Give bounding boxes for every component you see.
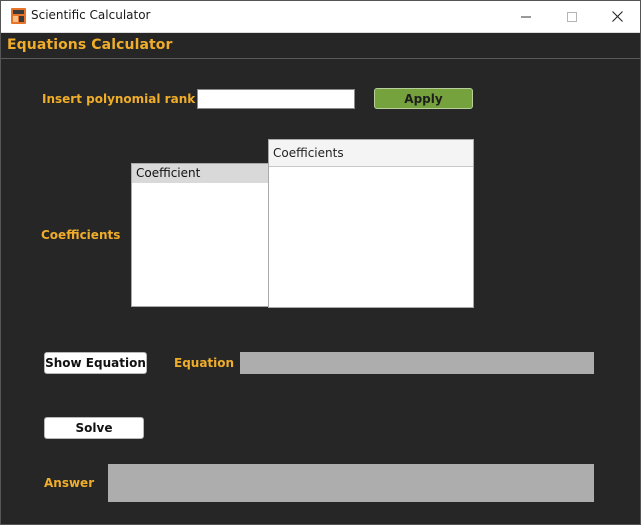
coefficients-table-header[interactable]: Coefficients <box>269 140 473 167</box>
app-window: Scientific Calculator Equations Calculat… <box>0 0 641 525</box>
equation-label: Equation <box>174 356 235 370</box>
coefficient-list[interactable]: Coefficient <box>131 163 269 307</box>
equation-output <box>240 352 594 374</box>
close-icon <box>611 7 623 26</box>
coefficients-table[interactable]: Coefficients <box>268 139 474 308</box>
calculator-app-icon <box>11 8 26 24</box>
show-equation-button[interactable]: Show Equation <box>44 352 147 374</box>
maximize-icon <box>567 7 577 26</box>
minimize-icon <box>521 7 531 26</box>
rank-label: Insert polynomial rank <box>42 92 196 106</box>
answer-output <box>108 464 594 502</box>
page-title: Equations Calculator <box>7 37 173 53</box>
maximize-button[interactable] <box>549 1 595 31</box>
answer-label: Answer <box>44 476 95 490</box>
close-button[interactable] <box>594 1 640 31</box>
minimize-button[interactable] <box>503 1 549 31</box>
solve-button[interactable]: Solve <box>44 417 144 439</box>
title-bar: Scientific Calculator <box>1 1 640 33</box>
rank-input[interactable] <box>197 89 355 109</box>
header-bar: Equations Calculator <box>1 33 640 59</box>
window-title: Scientific Calculator <box>31 8 151 22</box>
coefficient-list-header[interactable]: Coefficient <box>132 164 268 183</box>
apply-button[interactable]: Apply <box>374 88 473 109</box>
coefficients-label: Coefficients <box>41 228 121 242</box>
